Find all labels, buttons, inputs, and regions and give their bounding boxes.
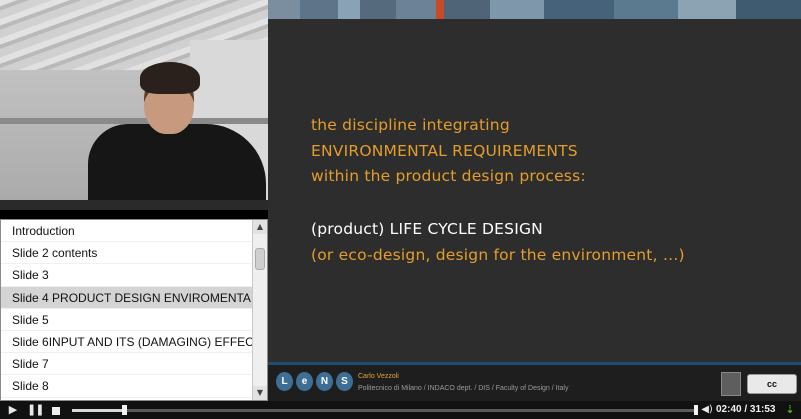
download-icon[interactable]: ⇣ — [784, 401, 796, 419]
scrollbar-thumb[interactable] — [255, 248, 265, 270]
slide-thumbnail-icon — [721, 372, 741, 396]
creative-commons-badge: cc — [747, 374, 797, 394]
stripe-segment — [614, 0, 678, 19]
player-controls: ▶ ❚❚ ◀) 02:40 / 31:53 ⇣ — [0, 401, 801, 419]
slide-list-item[interactable]: Introduction — [1, 220, 252, 243]
slide-list-item[interactable]: Slide 3 — [1, 264, 252, 287]
time-total: 31:53 — [749, 404, 776, 415]
stripe-segment — [300, 0, 338, 19]
stripe-segment — [444, 0, 490, 19]
speaker-hair — [140, 62, 200, 94]
slide-list-item[interactable]: Slide 8 — [1, 375, 252, 398]
logo-letter-n: N — [316, 372, 333, 391]
slide-list-scrollbar[interactable]: ▲ ▼ — [252, 220, 267, 400]
stripe-segment — [436, 0, 444, 19]
slide-line-1: the discipline integrating — [311, 116, 510, 134]
slide-list-item[interactable]: Slide 5 — [1, 309, 252, 331]
time-current: 02:40 — [716, 404, 742, 415]
stripe-segment — [490, 0, 544, 19]
slide-list-item[interactable]: Slide 6INPUT AND ITS (DAMAGING) EFFEC — [1, 331, 252, 354]
progress-fill — [72, 409, 124, 412]
slide-color-stripe — [268, 0, 801, 19]
slide-list-item[interactable]: Slide 7 — [1, 353, 252, 376]
stripe-segment — [396, 0, 436, 19]
stripe-segment — [678, 0, 736, 19]
video-bottom-bar — [0, 200, 268, 210]
scroll-up-icon[interactable]: ▲ — [253, 220, 267, 234]
logo-letter-s: S — [336, 372, 353, 391]
slide-index-items: Introduction Slide 2 contents Slide 3 Slide… — [1, 220, 267, 398]
logo-letter-e: e — [296, 372, 313, 391]
slide-list-item[interactable]: Slide 4 PRODUCT DESIGN ENVIROMENTA — [1, 286, 252, 309]
stripe-segment — [544, 0, 614, 19]
pause-icon[interactable]: ❚❚ — [27, 401, 44, 419]
stripe-segment — [736, 0, 801, 19]
time-display: 02:40 / 31:53 — [716, 404, 776, 415]
stripe-segment — [338, 0, 360, 19]
slide-line-3: within the product design process: — [311, 167, 586, 185]
slide-index-list[interactable]: Introduction Slide 2 contents Slide 3 Slide… — [0, 219, 268, 401]
slide-affiliation: Politecnico di Milano / INDACO dept. / D… — [358, 385, 569, 392]
stripe-segment — [268, 0, 300, 19]
presentation-slide: the discipline integrating ENVIRONMENTAL… — [268, 0, 801, 401]
slide-author: Carlo Vezzoli — [358, 373, 399, 380]
progress-handle[interactable] — [122, 405, 127, 415]
lens-logo: L e N S — [276, 372, 353, 391]
stripe-segment — [360, 0, 396, 19]
slide-footer: L e N S Carlo Vezzoli Politecnico di Mil… — [268, 362, 801, 401]
slide-line-4: (product) LIFE CYCLE DESIGN — [311, 220, 543, 238]
play-icon[interactable]: ▶ — [6, 401, 20, 419]
slide-list-item[interactable]: Slide 2 contents — [1, 242, 252, 265]
stop-icon[interactable] — [50, 401, 62, 419]
slide-line-5: (or eco-design, design for the environme… — [311, 246, 685, 264]
speaker-video[interactable] — [0, 0, 268, 210]
slide-line-2: ENVIRONMENTAL REQUIREMENTS — [311, 142, 578, 160]
speaker-body — [88, 124, 266, 210]
progress-bar[interactable] — [72, 405, 698, 415]
progress-end-marker — [694, 405, 698, 415]
volume-icon[interactable]: ◀) — [700, 401, 714, 419]
logo-letter-l: L — [276, 372, 293, 391]
scroll-down-icon[interactable]: ▼ — [253, 386, 267, 400]
